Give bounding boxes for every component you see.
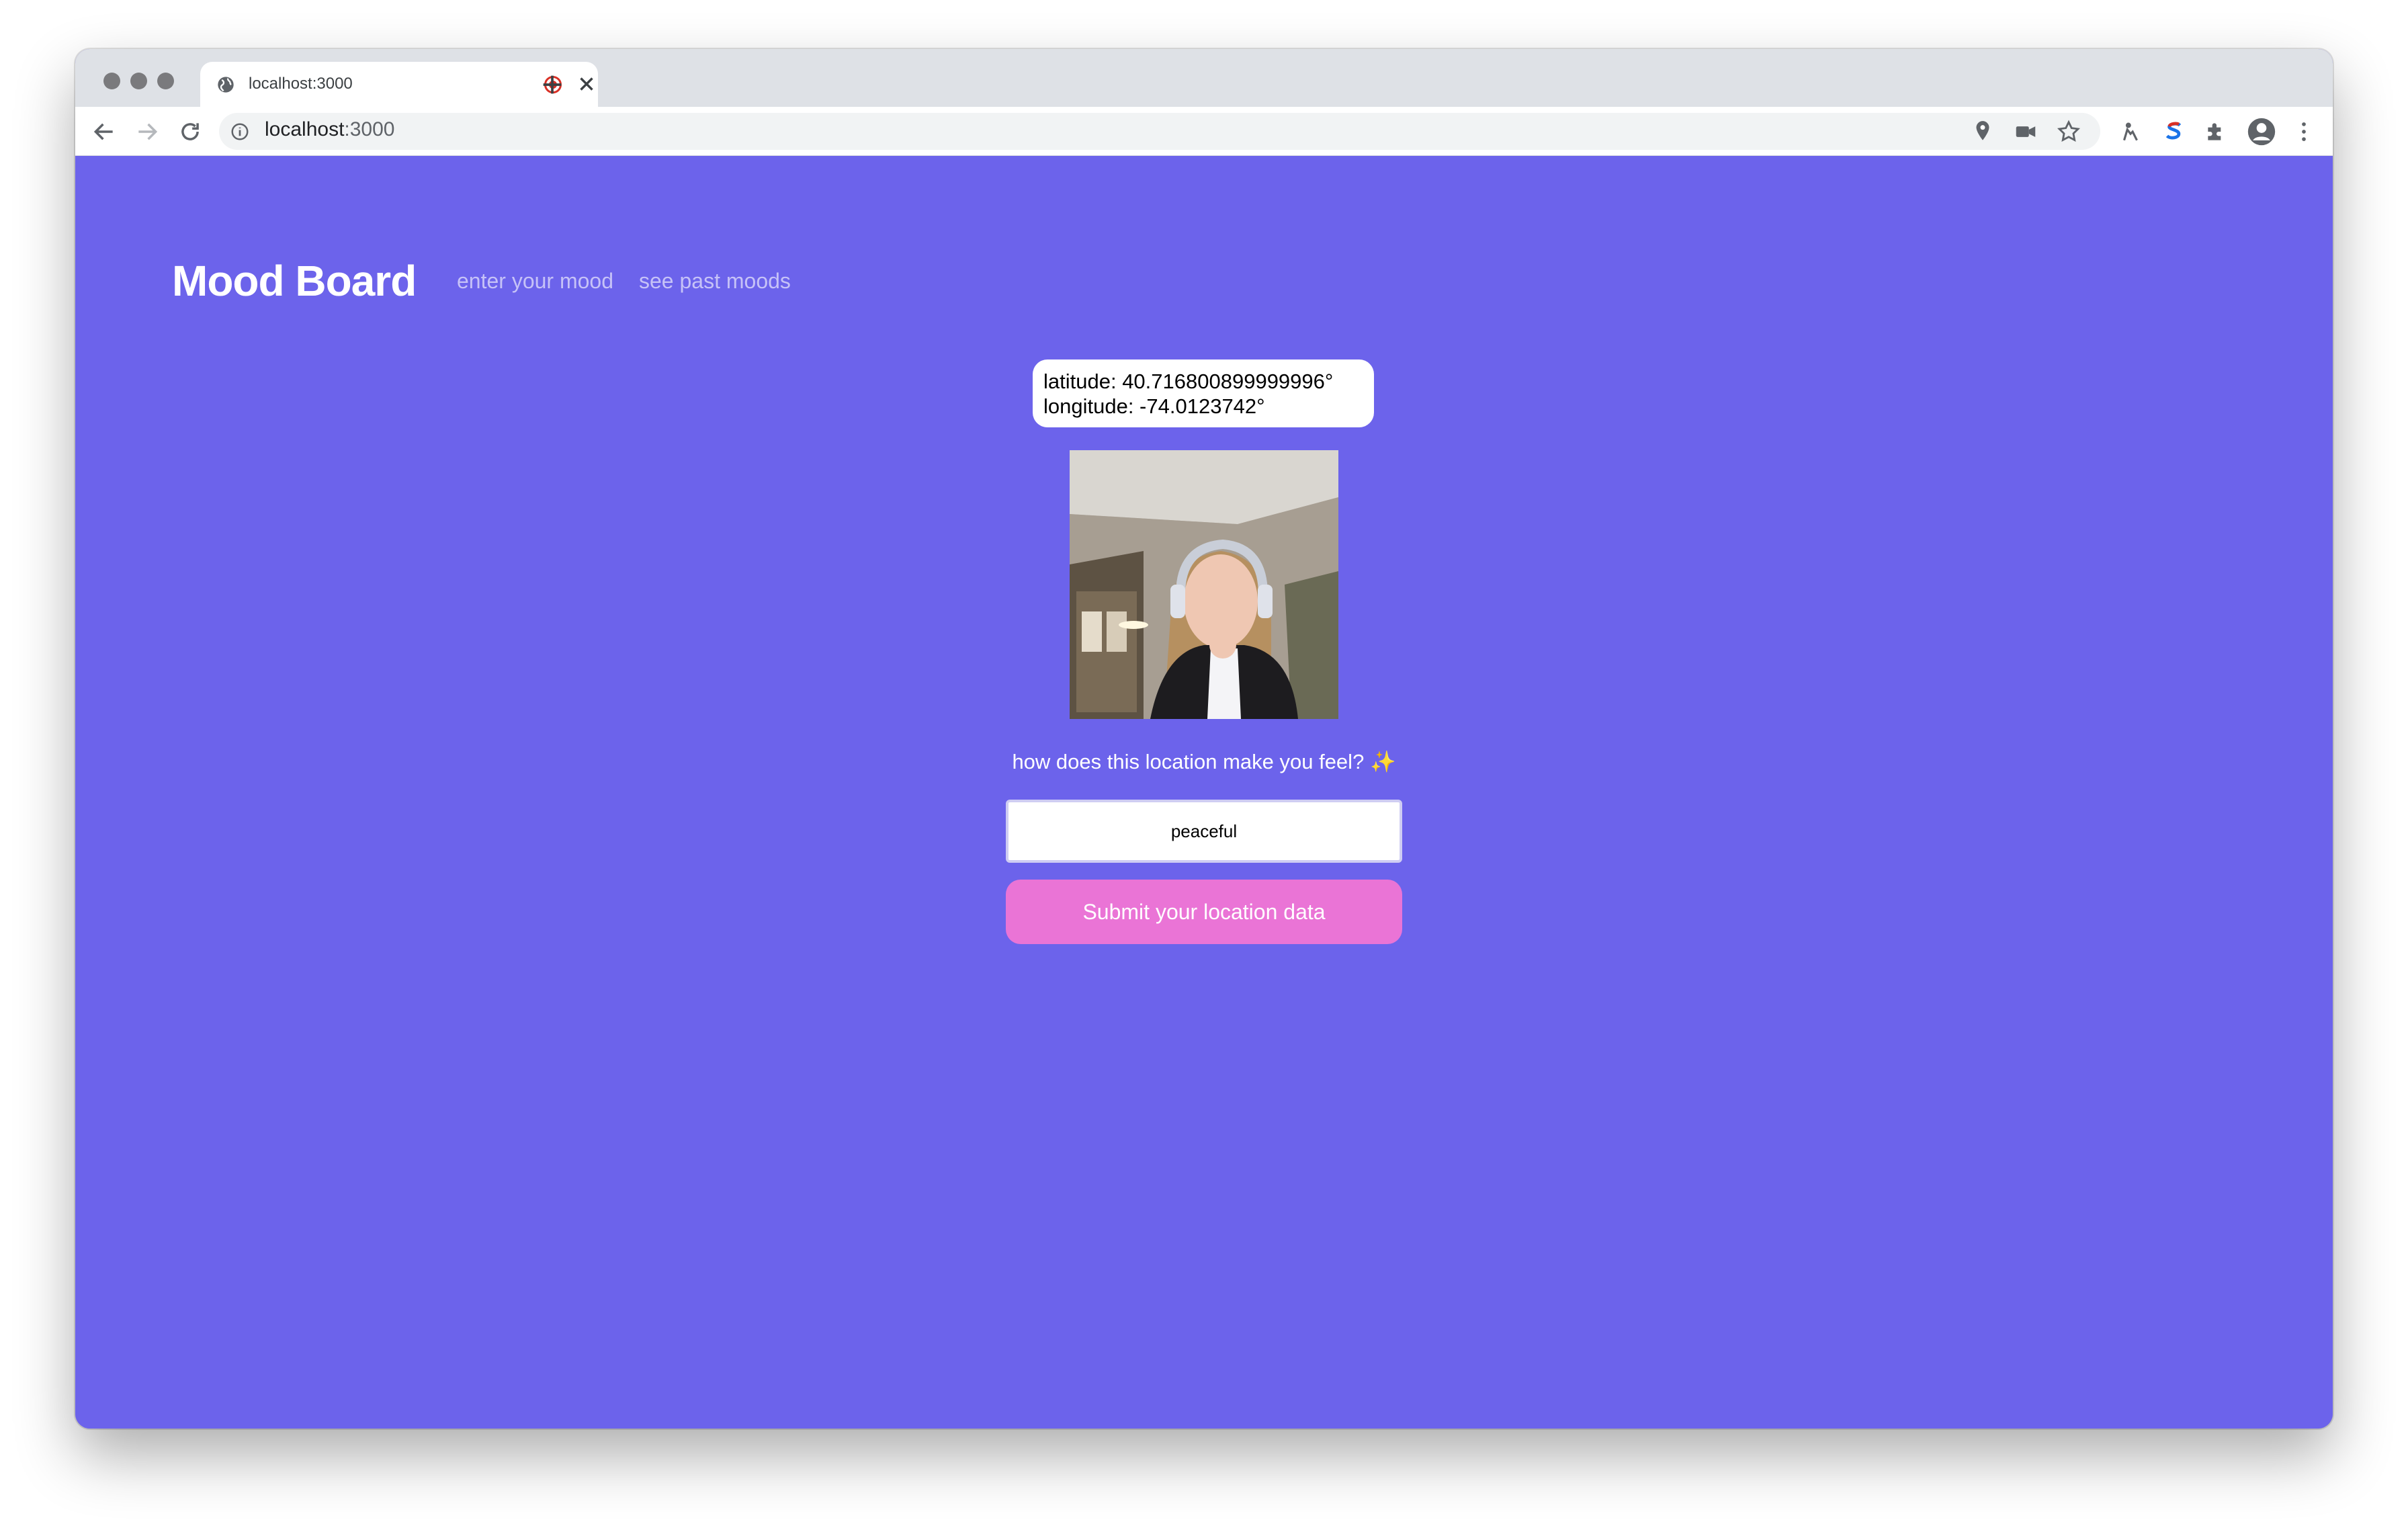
- nav-enter-mood[interactable]: enter your mood: [457, 269, 613, 294]
- location-pin-icon[interactable]: [1970, 119, 1995, 144]
- extension-s-icon[interactable]: [2161, 119, 2186, 144]
- browser-toolbar: [75, 107, 2333, 156]
- window-minimize-dot[interactable]: [130, 73, 147, 89]
- submit-location-button[interactable]: Submit your location data: [1006, 880, 1402, 944]
- camera-icon[interactable]: [2013, 119, 2038, 144]
- tab-strip: localhost:3000: [75, 49, 2333, 107]
- window-zoom-dot[interactable]: [157, 73, 174, 89]
- close-icon[interactable]: [575, 73, 598, 95]
- location-card: latitude: 40.716800899999996° longitude:…: [1033, 359, 1374, 427]
- info-icon[interactable]: [230, 122, 250, 142]
- extension-person-icon[interactable]: [2118, 119, 2143, 144]
- webcam-photo: [1070, 450, 1338, 719]
- url-port: :3000: [344, 118, 395, 140]
- nav-past-moods[interactable]: see past moods: [639, 269, 791, 294]
- forward-arrow-icon[interactable]: [134, 119, 160, 144]
- mood-question: how does this location make you feel? ✨: [970, 749, 1438, 774]
- mood-input[interactable]: [1006, 800, 1402, 863]
- url-text: localhost:3000: [265, 118, 394, 141]
- star-icon[interactable]: [2056, 119, 2081, 144]
- url-host: localhost: [265, 118, 345, 140]
- plus-icon[interactable]: [539, 71, 566, 98]
- window-close-dot[interactable]: [103, 73, 120, 89]
- back-arrow-icon[interactable]: [91, 119, 117, 144]
- mood-question-text: how does this location make you feel?: [1012, 750, 1365, 773]
- kebab-menu-icon[interactable]: [2291, 119, 2317, 144]
- brand-title[interactable]: Mood Board: [172, 256, 417, 306]
- tab-title: localhost:3000: [249, 75, 353, 93]
- address-bar[interactable]: [219, 113, 2100, 150]
- sparkles-icon: ✨: [1369, 750, 1396, 773]
- latitude-text: latitude: 40.716800899999996°: [1043, 370, 1334, 393]
- account-icon[interactable]: [2247, 117, 2276, 146]
- selfie-image: [1070, 450, 1338, 719]
- longitude-text: longitude: -74.0123742°: [1043, 394, 1265, 418]
- reload-icon[interactable]: [177, 119, 203, 144]
- puzzle-icon[interactable]: [2204, 119, 2229, 144]
- browser-window: localhost:3000 Mood Board enter your moo…: [75, 49, 2333, 1429]
- globe-icon: [218, 77, 234, 93]
- page-content: Mood Board enter your mood see past mood…: [75, 157, 2333, 1429]
